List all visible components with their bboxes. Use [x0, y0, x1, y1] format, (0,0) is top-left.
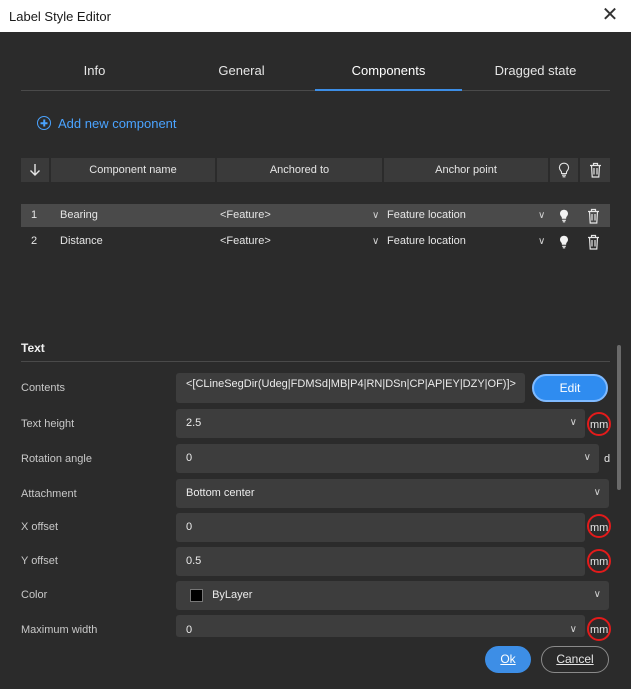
anchored-to-select[interactable]: <Feature>: [220, 204, 271, 227]
cancel-button[interactable]: Cancel: [541, 646, 609, 673]
delete-row-button[interactable]: [585, 207, 601, 224]
table-row[interactable]: 2 Distance <Feature> ∨ Feature location …: [21, 230, 610, 253]
component-name[interactable]: Bearing: [60, 204, 98, 227]
rotation-angle-value: 0: [186, 452, 193, 464]
rotation-angle-label: Rotation angle: [21, 453, 92, 465]
rotation-angle-unit: d: [604, 453, 611, 465]
y-offset-label: Y offset: [21, 555, 58, 567]
y-offset-input[interactable]: 0.5: [176, 547, 585, 576]
lightbulb-icon: [560, 235, 568, 249]
y-offset-value: 0.5: [186, 555, 202, 567]
tab-general[interactable]: General: [168, 56, 315, 90]
text-section-title: Text: [21, 341, 45, 355]
chevron-down-icon: ∨: [569, 624, 577, 635]
add-component-label: Add new component: [58, 115, 177, 131]
text-height-label: Text height: [21, 418, 75, 430]
visibility-toggle[interactable]: [557, 208, 571, 224]
anchored-to-select[interactable]: <Feature>: [220, 230, 271, 253]
tab-components[interactable]: Components: [315, 56, 462, 91]
close-icon[interactable]: ✕: [599, 4, 621, 26]
delete-row-button[interactable]: [585, 233, 601, 250]
table-row[interactable]: 1 Bearing <Feature> ∨ Feature location ∨: [21, 204, 610, 227]
color-value: ByLayer: [212, 589, 253, 601]
chevron-down-icon: ∨: [593, 589, 601, 600]
chevron-down-icon[interactable]: ∨: [538, 204, 545, 227]
header-component-name[interactable]: Component name: [51, 158, 215, 182]
highlight-circle: [587, 412, 611, 436]
ok-button[interactable]: Ok: [485, 646, 531, 673]
anchor-point-select[interactable]: Feature location: [387, 204, 466, 227]
trash-icon: [587, 208, 599, 224]
x-offset-label: X offset: [21, 521, 59, 533]
maximum-width-label: Maximum width: [21, 624, 98, 636]
contents-field[interactable]: <[CLineSegDir(Udeg|FDMSd|MB|P4|RN|DSn|CP…: [176, 373, 525, 403]
highlight-circle: [587, 514, 611, 538]
attachment-label: Attachment: [21, 488, 77, 500]
highlight-circle: [587, 549, 611, 573]
lightbulb-icon: [560, 209, 568, 223]
plus-circle-icon: [37, 116, 51, 130]
contents-value: <[CLineSegDir(Udeg|FDMSd|MB|P4|RN|DSn|CP…: [186, 378, 516, 390]
components-table-header: Component name Anchored to Anchor point: [21, 158, 610, 182]
visibility-toggle[interactable]: [557, 234, 571, 250]
chevron-down-icon[interactable]: ∨: [372, 204, 379, 227]
lightbulb-icon: [558, 162, 570, 178]
scrollbar-thumb[interactable]: [617, 345, 621, 490]
header-visibility: [550, 158, 578, 182]
chevron-down-icon: ∨: [583, 452, 591, 463]
row-index: 2: [31, 235, 38, 247]
color-select[interactable]: ByLayer ∨: [176, 581, 609, 610]
header-anchor-point[interactable]: Anchor point: [384, 158, 548, 182]
tab-info[interactable]: Info: [21, 56, 168, 90]
highlight-circle: [587, 617, 611, 641]
trash-icon: [589, 162, 601, 178]
header-anchored-to[interactable]: Anchored to: [217, 158, 382, 182]
chevron-down-icon[interactable]: ∨: [538, 230, 545, 253]
contents-label: Contents: [21, 382, 66, 394]
color-swatch: [190, 588, 203, 602]
sort-button[interactable]: [21, 158, 49, 182]
x-offset-input[interactable]: 0: [176, 513, 585, 542]
header-delete: [580, 158, 610, 182]
section-divider: [21, 361, 610, 362]
rotation-angle-select[interactable]: 0 ∨: [176, 444, 599, 473]
window-title: Label Style Editor: [9, 9, 111, 24]
edit-button[interactable]: Edit: [532, 374, 608, 402]
x-offset-value: 0: [186, 521, 193, 533]
trash-icon: [587, 234, 599, 250]
color-label: Color: [21, 589, 48, 601]
row-index: 1: [31, 209, 38, 221]
attachment-select[interactable]: Bottom center ∨: [176, 479, 609, 508]
anchor-point-select[interactable]: Feature location: [387, 230, 466, 253]
text-height-value: 2.5: [186, 417, 202, 429]
component-name[interactable]: Distance: [60, 230, 103, 253]
chevron-down-icon[interactable]: ∨: [372, 230, 379, 253]
attachment-value: Bottom center: [186, 487, 255, 499]
text-height-select[interactable]: 2.5 ∨: [176, 409, 585, 438]
maximum-width-value: 0: [186, 624, 193, 636]
title-bar: Label Style Editor ✕: [0, 0, 631, 32]
chevron-down-icon: ∨: [569, 417, 577, 428]
chevron-down-icon: ∨: [593, 487, 601, 498]
add-component-button[interactable]: Add new component: [37, 114, 177, 132]
tab-dragged-state[interactable]: Dragged state: [462, 56, 609, 90]
tab-bar: Info General Components Dragged state: [21, 56, 610, 91]
arrow-down-icon: [30, 164, 40, 176]
maximum-width-select[interactable]: 0 ∨: [176, 615, 585, 637]
